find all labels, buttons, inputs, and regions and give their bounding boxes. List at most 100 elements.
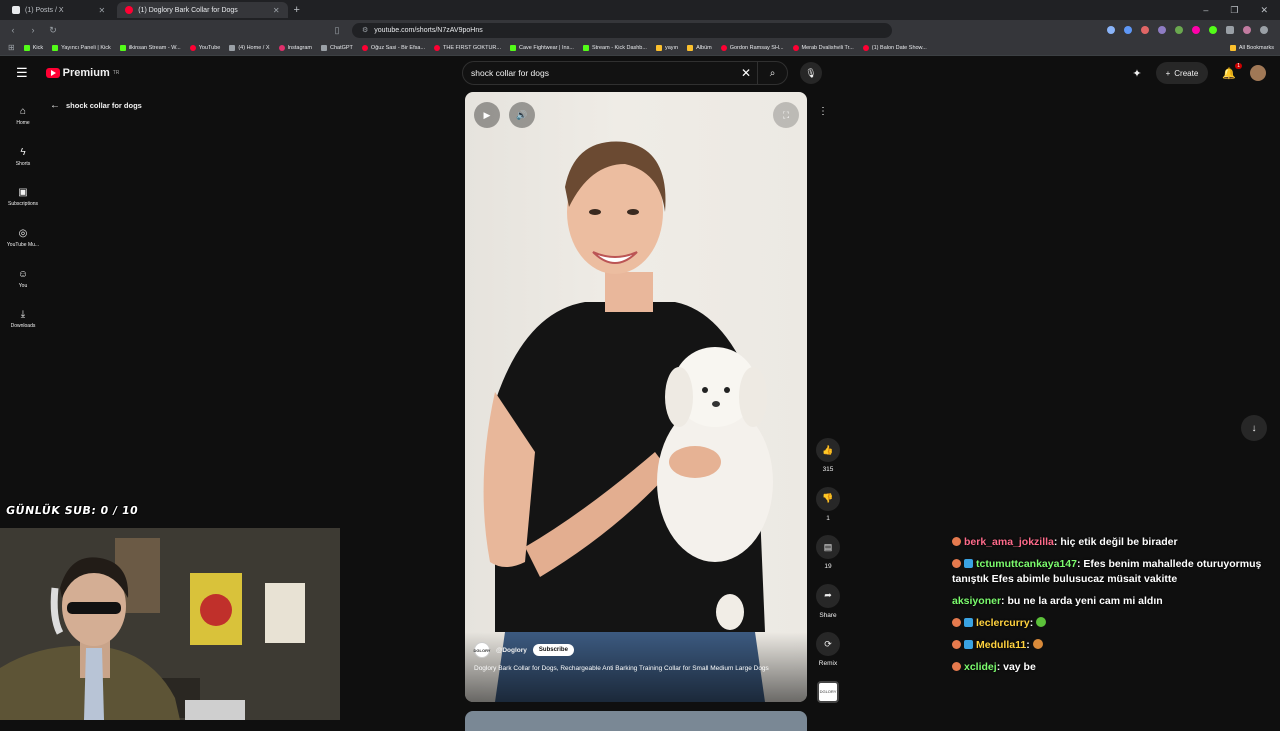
- search-box[interactable]: shock collar for dogs ✕ ⌕: [462, 61, 788, 85]
- bookmark-item[interactable]: ChatGPT: [320, 44, 353, 51]
- bookmark-item[interactable]: Kick: [23, 44, 43, 51]
- download-icon: ⤓: [20, 309, 26, 321]
- create-button[interactable]: + Create: [1155, 62, 1209, 84]
- close-tab-icon[interactable]: ✕: [99, 6, 106, 15]
- browser-tab-youtube[interactable]: (1) Doglory Bark Collar for Dogs ✕: [117, 2, 288, 18]
- bookmark-item[interactable]: Oğuz Sasi - Bir Efsa...: [361, 44, 425, 51]
- comment-icon[interactable]: ▤: [816, 535, 840, 559]
- rail-item-youtube-music[interactable]: ◎ YouTube Mu...: [0, 218, 46, 259]
- extension-icon[interactable]: [1107, 26, 1115, 34]
- clear-search-icon[interactable]: ✕: [741, 66, 751, 80]
- gem-badge-icon: [964, 559, 973, 568]
- sub-goal-overlay: GÜNLÜK SUB: 0 / 10: [5, 504, 140, 517]
- address-bar-row: ‹ › ↻ ▯ ⚙ youtube.com/shorts/N7zAV9poHns: [0, 20, 1280, 40]
- extension-icon[interactable]: [1175, 26, 1183, 34]
- close-tab-icon[interactable]: ✕: [273, 6, 280, 15]
- rail-item-home[interactable]: ⌂ Home: [0, 96, 46, 137]
- back-icon[interactable]: ‹: [6, 25, 20, 35]
- extension-icon[interactable]: [1192, 26, 1200, 34]
- bookmark-page-icon[interactable]: ▯: [330, 25, 344, 36]
- dislike-action[interactable]: 👎 1: [816, 486, 840, 536]
- extension-icon[interactable]: [1209, 26, 1217, 34]
- next-short-button[interactable]: ↓: [1241, 415, 1267, 441]
- sub-badge-icon: [952, 618, 961, 627]
- remix-action[interactable]: ⟳ Remix: [816, 632, 840, 681]
- bookmark-item[interactable]: Cave Fightwear | Ins...: [510, 44, 574, 51]
- audio-source-thumbnail[interactable]: DGLORY: [817, 680, 839, 703]
- bookmark-item[interactable]: YouTube: [189, 44, 220, 51]
- thumbs-up-icon[interactable]: 👍: [816, 438, 840, 462]
- bookmark-item[interactable]: (4) Home / X: [229, 44, 270, 51]
- close-window-icon[interactable]: ✕: [1260, 5, 1268, 16]
- like-action[interactable]: 👍 315: [816, 438, 840, 487]
- chat-username: aksiyoner: [952, 595, 1002, 607]
- next-short-preview[interactable]: [465, 711, 807, 731]
- channel-avatar[interactable]: DGLORY: [474, 642, 490, 658]
- thumbs-down-icon[interactable]: 👎: [816, 486, 840, 511]
- more-options-icon[interactable]: ⋮: [818, 106, 828, 117]
- music-icon: ◎: [18, 227, 28, 239]
- subscriptions-icon: ▣: [18, 187, 28, 199]
- share-action[interactable]: ➦ Share: [816, 583, 840, 633]
- all-bookmarks-folder[interactable]: All Bookmarks: [1229, 44, 1280, 51]
- url-field[interactable]: ⚙ youtube.com/shorts/N7zAV9poHns: [352, 22, 892, 38]
- hamburger-menu-icon[interactable]: ☰: [16, 65, 28, 81]
- bookmark-folder[interactable]: Albüm: [687, 44, 712, 51]
- shorts-player[interactable]: ▶ 🔊 ⛶ DGLORY @Doglory Subscribe Doglory …: [465, 92, 807, 702]
- fullscreen-button[interactable]: ⛶: [773, 102, 799, 128]
- bookmark-folder[interactable]: yayın: [655, 44, 678, 51]
- site-info-icon[interactable]: ⚙: [362, 26, 368, 34]
- kick-logo-icon: [119, 44, 126, 51]
- notifications-button[interactable]: 🔔 1: [1222, 62, 1242, 80]
- account-avatar[interactable]: [1250, 65, 1266, 81]
- bookmark-item[interactable]: (1) Balon Date Show...: [862, 44, 927, 51]
- play-button[interactable]: ▶: [474, 102, 500, 128]
- short-actions: 👍 315 👎 1 ▤ 19 ➦ Share ⟳ Remix DGLORY: [812, 438, 844, 703]
- reload-icon[interactable]: ↻: [46, 25, 60, 36]
- rail-item-subscriptions[interactable]: ▣ Subscriptions: [0, 177, 46, 218]
- bookmark-item[interactable]: Yayıncı Paneli | Kick: [52, 44, 111, 51]
- bookmark-item[interactable]: Instagram: [278, 44, 312, 51]
- extensions-puzzle-icon[interactable]: [1226, 26, 1234, 34]
- notification-badge: 1: [1235, 62, 1242, 69]
- youtube-logo-icon: [189, 44, 196, 51]
- extension-icon[interactable]: [1124, 26, 1132, 34]
- voice-search-button[interactable]: 🎙: [800, 62, 822, 84]
- bookmark-item[interactable]: Merab Dvalishvili Tr...: [792, 44, 854, 51]
- short-title[interactable]: Doglory Bark Collar for Dogs, Rechargeab…: [474, 664, 798, 674]
- bookmark-item[interactable]: THE FIRST GOKTUR...: [434, 44, 501, 51]
- chat-message: leclercurry:: [952, 616, 1276, 631]
- extension-icon[interactable]: [1158, 26, 1166, 34]
- profile-icon[interactable]: [1243, 26, 1251, 34]
- youtube-premium-logo[interactable]: Premium TR: [45, 67, 119, 79]
- shorts-sparkle-icon[interactable]: ✦: [1132, 67, 1141, 80]
- rail-item-shorts[interactable]: ϟ Shorts: [0, 137, 46, 178]
- bookmark-item[interactable]: ilkinsan Stream - W...: [119, 44, 181, 51]
- apps-grid-icon[interactable]: ⊞: [8, 43, 15, 52]
- search-input[interactable]: shock collar for dogs: [471, 68, 549, 78]
- minimize-icon[interactable]: –: [1203, 5, 1208, 16]
- rail-item-downloads[interactable]: ⤓ Downloads: [0, 299, 46, 340]
- search-button[interactable]: ⌕: [757, 62, 787, 84]
- plus-icon: +: [1165, 68, 1171, 78]
- bookmark-item[interactable]: Stream - Kick Dashb...: [582, 44, 647, 51]
- new-tab-button[interactable]: +: [294, 4, 300, 16]
- share-icon[interactable]: ➦: [816, 583, 840, 608]
- extension-icon[interactable]: [1141, 26, 1149, 34]
- rail-item-you[interactable]: ☺ You: [0, 259, 46, 300]
- remix-icon[interactable]: ⟳: [816, 632, 840, 656]
- subscribe-button[interactable]: Subscribe: [532, 644, 574, 656]
- kick-logo-icon: [23, 44, 30, 51]
- comments-action[interactable]: ▤ 19: [816, 535, 840, 584]
- forward-icon[interactable]: ›: [26, 25, 40, 35]
- x-logo-icon: [12, 6, 20, 14]
- volume-button[interactable]: 🔊: [509, 102, 535, 128]
- back-to-results[interactable]: ← shock collar for dogs: [50, 100, 142, 111]
- browser-tab-x[interactable]: (1) Posts / X ✕: [4, 2, 113, 18]
- chat-text: hiç etik değil be birader: [1060, 536, 1178, 548]
- bookmark-item[interactable]: Gordon Ramsay SH...: [720, 44, 784, 51]
- arrow-down-icon: ↓: [1251, 422, 1257, 434]
- channel-handle[interactable]: @Doglory: [496, 647, 527, 654]
- restore-icon[interactable]: ❐: [1230, 5, 1238, 16]
- menu-icon[interactable]: [1260, 26, 1268, 34]
